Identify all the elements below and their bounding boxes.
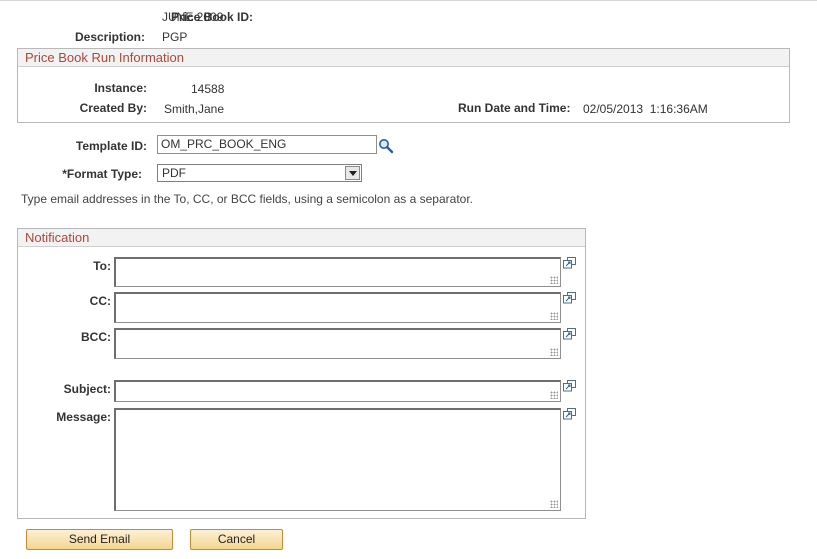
template-id-label: Template ID:: [75, 139, 147, 153]
run-date-label: Run Date and Time:: [458, 101, 571, 115]
expand-field-icon[interactable]: [563, 257, 576, 269]
top-divider: [0, 0, 817, 1]
description-value: PGP: [162, 30, 188, 44]
bcc-field[interactable]: [114, 328, 561, 359]
created-by-value: Smith,Jane: [164, 102, 225, 116]
resize-grip-icon[interactable]: [550, 391, 558, 399]
cc-field[interactable]: [114, 292, 561, 323]
template-id-field[interactable]: OM_PRC_BOOK_ENG: [157, 135, 377, 154]
run-info-title: Price Book Run Information: [18, 49, 789, 67]
subject-label: Subject:: [63, 382, 111, 396]
chevron-down-icon[interactable]: [345, 166, 360, 180]
resize-grip-icon[interactable]: [550, 276, 558, 284]
resize-grip-icon[interactable]: [550, 312, 558, 320]
message-label: Message:: [56, 410, 111, 424]
cancel-button[interactable]: Cancel: [190, 529, 283, 550]
format-type-select[interactable]: PDF: [157, 164, 362, 182]
expand-field-icon[interactable]: [563, 328, 576, 340]
format-type-label: *Format Type:: [62, 167, 142, 181]
message-field[interactable]: [114, 408, 561, 511]
bcc-label: BCC:: [81, 330, 111, 344]
notification-title: Notification: [18, 229, 585, 247]
instructions-text: Type email addresses in the To, CC, or B…: [21, 192, 473, 206]
instance-label: Instance:: [94, 81, 147, 95]
template-id-value: OM_PRC_BOOK_ENG: [161, 137, 287, 151]
send-email-button[interactable]: Send Email: [26, 529, 173, 550]
expand-field-icon[interactable]: [563, 408, 576, 420]
format-type-value: PDF: [162, 166, 186, 180]
expand-field-icon[interactable]: [563, 292, 576, 304]
description-label: Description:: [74, 30, 145, 44]
cc-label: CC:: [89, 294, 111, 308]
to-label: To:: [93, 259, 111, 273]
subject-field[interactable]: [114, 380, 561, 402]
to-field[interactable]: [114, 257, 561, 287]
instance-value: 14588: [191, 82, 225, 96]
resize-grip-icon[interactable]: [550, 500, 558, 508]
price-book-id-value: JUNE 2009: [162, 10, 224, 24]
run-date-value: 02/05/2013 1:16:36AM: [583, 102, 708, 116]
resize-grip-icon[interactable]: [550, 348, 558, 356]
expand-field-icon[interactable]: [563, 380, 576, 392]
magnifier-icon[interactable]: [378, 138, 394, 154]
created-by-label: Created By:: [79, 101, 147, 115]
